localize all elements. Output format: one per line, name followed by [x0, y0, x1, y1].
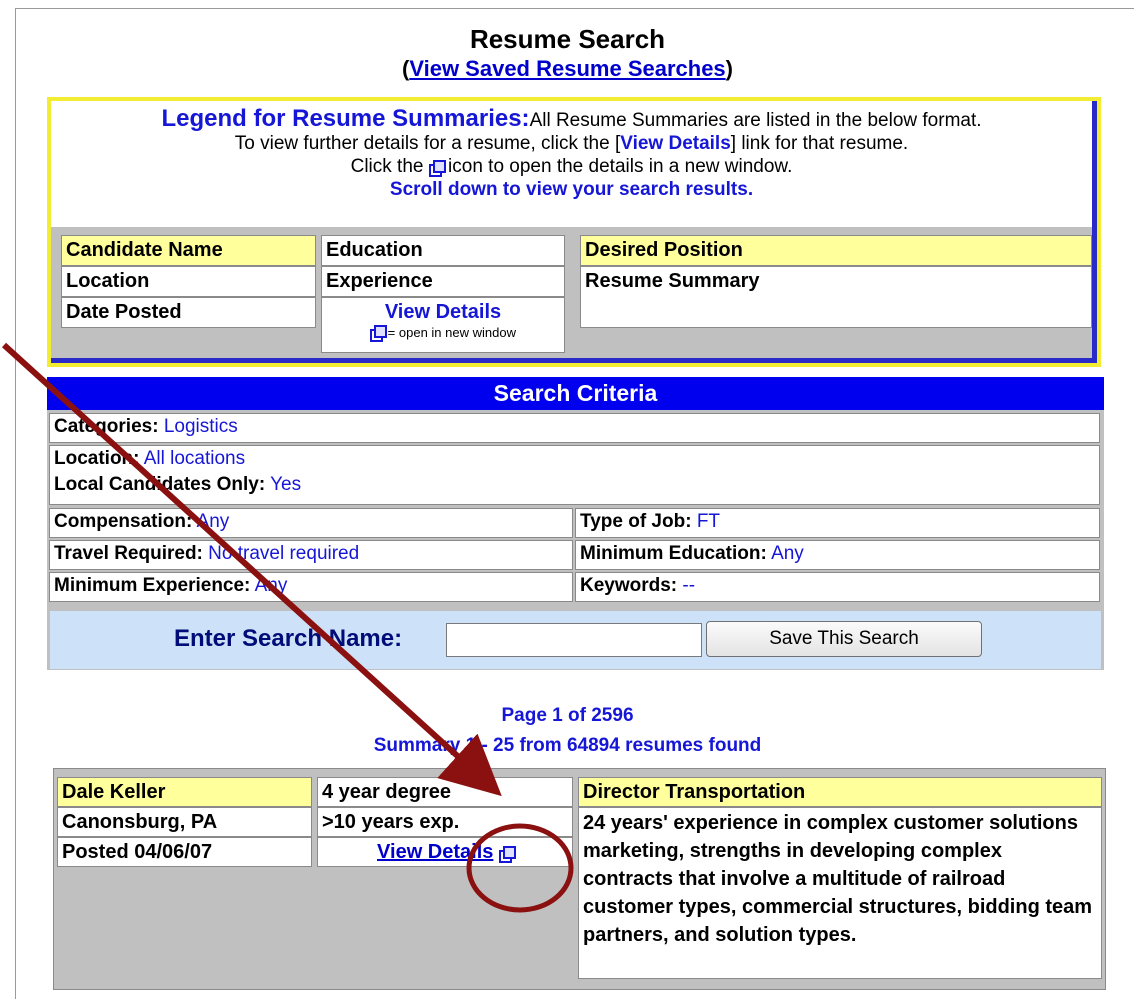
save-search-button[interactable]: Save This Search [706, 621, 982, 657]
legend-view-details-text: View Details [620, 133, 731, 154]
legend-text: Legend for Resume Summaries:All Resume S… [51, 101, 1092, 227]
criteria-location-group: Location: All locations Local Candidates… [49, 445, 1100, 505]
result-experience: >10 years exp. [317, 807, 573, 837]
result-location: Canonsburg, PA [57, 807, 312, 837]
search-name-label: Enter Search Name: [174, 625, 403, 652]
result-row: Dale Keller Canonsburg, PA Posted 04/06/… [53, 768, 1106, 990]
criteria-min-education: Minimum Education: Any [575, 540, 1100, 570]
legend-line1: All Resume Summaries are listed in the b… [529, 110, 982, 131]
new-window-icon [370, 325, 388, 342]
legend-view-details-cell: View Details = open in new window [321, 297, 565, 353]
page-indicator: Page 1 of 2596 [501, 705, 634, 726]
criteria-categories: Categories: Logistics [49, 413, 1100, 443]
save-search-bar: Enter Search Name: Save This Search [50, 611, 1101, 669]
legend-resume-summary: Resume Summary [580, 266, 1092, 328]
result-desired-position: Director Transportation [578, 777, 1102, 807]
page-subtitle: (View Saved Resume Searches) [0, 54, 1135, 84]
legend-scroll-hint: Scroll down to view your search results. [389, 179, 754, 200]
criteria-keywords: Keywords: -- [575, 572, 1100, 602]
result-view-details-link[interactable]: View Details [377, 841, 493, 863]
legend-line2-pre: To view further details for a resume, cl… [234, 133, 621, 154]
paren-close: ) [725, 56, 733, 81]
legend-view-details-label: View Details [384, 301, 502, 323]
legend-desired-position: Desired Position [580, 235, 1092, 266]
legend-panel: Legend for Resume Summaries:All Resume S… [47, 97, 1101, 367]
page-number: 1 [552, 705, 563, 726]
result-view-details-cell: View Details [317, 837, 573, 867]
search-name-input[interactable] [446, 623, 702, 657]
criteria-min-experience: Minimum Experience: Any [49, 572, 573, 602]
legend-education: Education [321, 235, 565, 266]
legend-line3-pre: Click the [350, 156, 424, 177]
new-window-icon [428, 160, 446, 177]
header: Resume Search (View Saved Resume Searche… [0, 24, 1135, 84]
legend-line2-post: ] link for that resume. [730, 133, 909, 154]
open-new-window-icon[interactable] [498, 846, 516, 863]
legend-date-posted: Date Posted [61, 297, 316, 328]
legend-line3-post: icon to open the details in a new window… [448, 156, 793, 177]
criteria-job-type: Type of Job: FT [575, 508, 1100, 538]
view-saved-searches-link[interactable]: View Saved Resume Searches [409, 56, 725, 81]
criteria-travel: Travel Required: No travel required [49, 540, 573, 570]
legend-location: Location [61, 266, 316, 297]
result-education: 4 year degree [317, 777, 573, 807]
results-summary: Summary 1 - 25 from 64894 resumes found [373, 735, 762, 756]
result-date-posted: Posted 04/06/07 [57, 837, 312, 867]
criteria-compensation: Compensation: Any [49, 508, 573, 538]
legend-experience: Experience [321, 266, 565, 297]
legend-heading: Legend for Resume Summaries: [161, 105, 530, 132]
legend-open-new-window: = open in new window [387, 325, 516, 340]
result-candidate-name: Dale Keller [57, 777, 312, 807]
page-title: Resume Search [469, 24, 666, 54]
result-resume-summary: 24 years' experience in complex customer… [578, 807, 1102, 979]
search-criteria-header: Search Criteria [47, 377, 1104, 410]
legend-candidate-name: Candidate Name [61, 235, 316, 266]
